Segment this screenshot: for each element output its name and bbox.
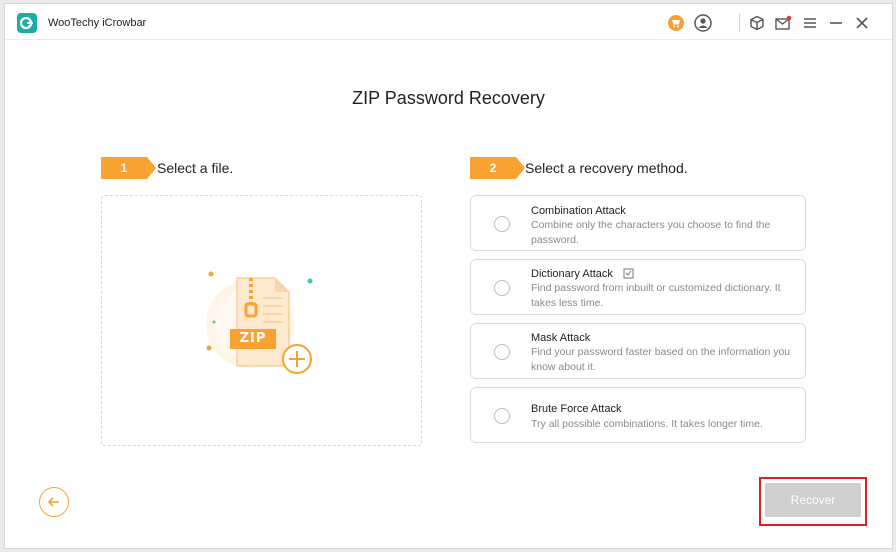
radio-button[interactable]: [494, 216, 510, 232]
step-2-label: Select a recovery method.: [525, 160, 688, 176]
method-combination-attack[interactable]: Combination Attack Combine only the char…: [470, 195, 806, 251]
method-mask-attack[interactable]: Mask Attack Find your password faster ba…: [470, 323, 806, 379]
menu-icon[interactable]: [801, 14, 819, 32]
app-window: WooTechy iCrowbar ZIP Password Recovery …: [4, 3, 893, 549]
radio-button[interactable]: [494, 408, 510, 424]
method-brute-force-attack[interactable]: Brute Force Attack Try all possible comb…: [470, 387, 806, 443]
file-dropzone[interactable]: ZIP: [101, 195, 422, 446]
method-title: Combination Attack: [531, 205, 626, 217]
step-2-badge: 2: [470, 157, 525, 179]
method-description: Find password from inbuilt or customized…: [531, 282, 781, 309]
cart-icon[interactable]: [667, 14, 685, 32]
page-title: ZIP Password Recovery: [352, 88, 545, 108]
method-title: Dictionary Attack: [531, 268, 613, 280]
cube-icon[interactable]: [748, 14, 766, 32]
zip-file-badge: ZIP: [239, 331, 267, 346]
account-icon[interactable]: [694, 14, 712, 32]
method-description: Find your password faster based on the i…: [531, 346, 791, 373]
titlebar-divider: [739, 14, 740, 32]
radio-button[interactable]: [494, 344, 510, 360]
recover-button[interactable]: Recover: [765, 483, 861, 517]
app-title: WooTechy iCrowbar: [48, 17, 147, 29]
method-title: Mask Attack: [531, 332, 591, 344]
radio-button[interactable]: [494, 280, 510, 296]
step-1-badge: 1: [101, 157, 156, 179]
method-description: Combine only the characters you choose t…: [531, 219, 771, 246]
zip-file-icon: ZIP: [203, 264, 323, 384]
method-title: Brute Force Attack: [531, 403, 622, 415]
title-bar: WooTechy iCrowbar: [5, 4, 892, 40]
back-button[interactable]: [39, 487, 69, 517]
method-dictionary-attack[interactable]: Dictionary Attack Find password from inb…: [470, 259, 806, 315]
step-1-label: Select a file.: [157, 160, 234, 176]
method-description: Try all possible combinations. It takes …: [531, 418, 763, 430]
minimize-icon[interactable]: [827, 14, 845, 32]
arrow-left-icon: [47, 497, 59, 507]
mail-icon[interactable]: [774, 14, 792, 32]
close-icon[interactable]: [853, 14, 871, 32]
app-logo-icon: [17, 13, 37, 33]
